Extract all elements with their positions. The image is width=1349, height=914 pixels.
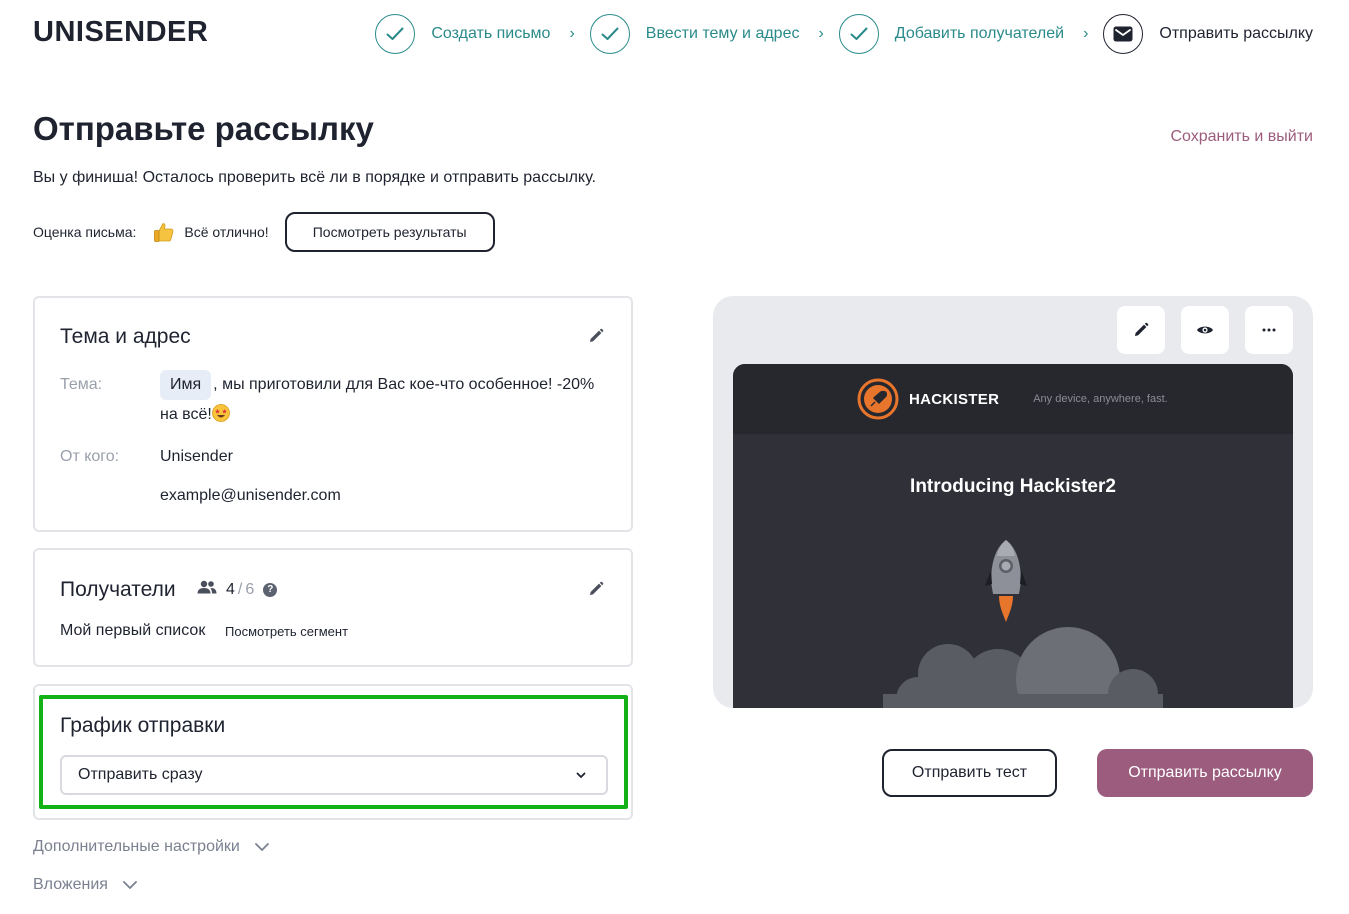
steps-breadcrumb: Создать письмо › Ввести тему и адрес › Д… <box>375 14 1313 54</box>
from-email: example@unisender.com <box>160 487 341 504</box>
page-subtitle: Вы у финиша! Осталось проверить всё ли в… <box>33 169 596 186</box>
schedule-card: График отправки Отправить сразу <box>33 684 633 820</box>
chevron-down-icon <box>254 843 269 851</box>
view-segment-link[interactable]: Посмотреть сегмент <box>225 624 348 639</box>
eye-icon <box>1197 326 1213 334</box>
step-add-recipients[interactable]: Добавить получателей <box>838 14 1065 54</box>
step-create-letter[interactable]: Создать письмо <box>375 14 550 54</box>
rating-label: Оценка письма: <box>33 224 137 240</box>
edit-preview-button[interactable] <box>1117 306 1165 354</box>
recipients-card: Получатели 4 / 6 ? Мой первый список Пос… <box>33 548 633 667</box>
rocket-logo-icon <box>857 378 899 420</box>
step-send-campaign[interactable]: Отправить рассылку <box>1103 14 1313 54</box>
page-title: Отправьте рассылку <box>33 110 374 147</box>
check-icon <box>838 14 879 54</box>
send-test-button[interactable]: Отправить тест <box>882 749 1057 797</box>
step-label: Добавить получателей <box>894 25 1065 42</box>
save-and-exit-link[interactable]: Сохранить и выйти <box>1170 128 1313 146</box>
email-heading: Introducing Hackister2 <box>910 476 1116 497</box>
chevron-down-icon <box>123 881 137 889</box>
chevron-right-icon: › <box>1083 25 1089 42</box>
card-title: График отправки <box>60 714 226 737</box>
additional-settings-toggle[interactable]: Дополнительные настройки <box>33 838 270 856</box>
step-label: Отправить рассылку <box>1159 25 1313 42</box>
check-icon <box>589 14 630 54</box>
pencil-icon[interactable] <box>586 326 606 346</box>
view-preview-button[interactable] <box>1181 306 1229 354</box>
chevron-right-icon: › <box>818 25 824 42</box>
step-label: Ввести тему и адрес <box>645 25 800 42</box>
recipients-count: 4 / 6 ? <box>197 580 278 599</box>
card-title: Тема и адрес <box>60 325 191 348</box>
email-header: HACKISTER Any device, anywhere, fast. <box>733 364 1293 434</box>
step-label: Создать письмо <box>431 25 551 42</box>
send-campaign-button[interactable]: Отправить рассылку <box>1097 749 1313 797</box>
email-preview: HACKISTER Any device, anywhere, fast. In… <box>713 296 1313 708</box>
from-name: Unisender <box>160 448 233 465</box>
chevron-down-icon <box>576 772 586 778</box>
pencil-icon[interactable] <box>586 579 606 599</box>
subject-label: Тема: <box>60 376 103 393</box>
email-content: HACKISTER Any device, anywhere, fast. In… <box>733 364 1293 708</box>
rocket-illustration <box>883 540 1163 708</box>
subject-address-card: Тема и адрес Тема: Имя, мы приготовили д… <box>33 296 633 532</box>
additional-settings-label: Дополнительные настройки <box>33 838 240 855</box>
schedule-selected-value: Отправить сразу <box>78 766 203 783</box>
email-tagline: Any device, anywhere, fast. <box>1033 393 1168 405</box>
view-results-button[interactable]: Посмотреть результаты <box>284 212 495 252</box>
recipients-total: 6 <box>245 580 255 598</box>
more-dots-icon <box>1262 328 1276 332</box>
recipients-separator: / <box>237 580 243 598</box>
attachments-label: Вложения <box>33 876 108 893</box>
more-options-button[interactable] <box>1245 306 1293 354</box>
logo: UNISENDER <box>33 16 209 48</box>
pencil-icon <box>1135 322 1149 336</box>
star-struck-emoji <box>211 403 230 422</box>
letter-rating: Оценка письма: Всё отлично! Посмотреть р… <box>33 212 495 252</box>
subject-line: Имя, мы приготовили для Вас кое-что особ… <box>160 370 600 429</box>
email-brand: HACKISTER <box>909 390 1000 408</box>
people-icon <box>197 580 217 599</box>
schedule-select[interactable]: Отправить сразу <box>60 755 608 795</box>
recipients-active-count: 4 <box>226 580 235 598</box>
check-icon <box>375 14 416 54</box>
list-name: Мой первый список <box>60 622 206 639</box>
card-title: Получатели <box>60 578 176 601</box>
thumbs-up-icon <box>152 220 176 244</box>
help-icon[interactable]: ? <box>263 582 278 597</box>
rating-value: Всё отлично! <box>184 224 269 240</box>
envelope-icon <box>1103 14 1144 54</box>
from-label: От кого: <box>60 448 120 465</box>
name-variable-chip[interactable]: Имя <box>160 370 212 400</box>
step-subject-address[interactable]: Ввести тему и адрес <box>589 14 800 54</box>
attachments-toggle[interactable]: Вложения <box>33 876 138 894</box>
chevron-right-icon: › <box>569 25 575 42</box>
